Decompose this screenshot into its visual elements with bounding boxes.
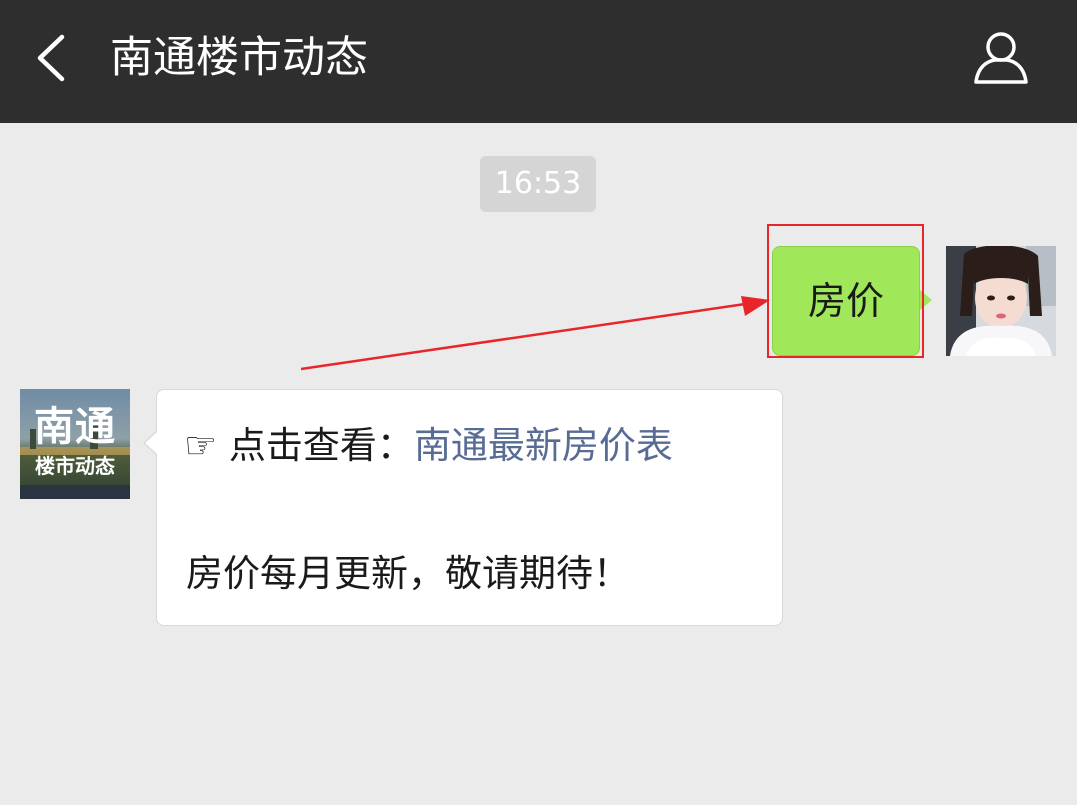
received-bubble-tail: [145, 432, 157, 454]
received-message-prefix: ☞ 点击查看：: [184, 424, 414, 467]
page-title: 南通楼市动态: [110, 33, 368, 83]
message-timestamp: 16:53: [480, 156, 596, 212]
account-avatar-title: 南通: [34, 404, 116, 450]
back-button[interactable]: [28, 28, 78, 88]
chevron-left-icon: [37, 34, 65, 82]
person-icon: [974, 32, 1028, 84]
price-table-link[interactable]: 南通最新房价表: [414, 424, 673, 467]
account-avatar-subtitle: 楼市动态: [35, 454, 115, 478]
annotation-highlight-box: [767, 224, 924, 358]
navigation-bar: 南通楼市动态: [0, 0, 1077, 123]
user-avatar[interactable]: [946, 246, 1056, 356]
received-message-body: 房价每月更新，敬请期待！: [186, 552, 630, 595]
received-message-line1: ☞ 点击查看：南通最新房价表: [184, 418, 673, 474]
profile-button[interactable]: [968, 28, 1034, 88]
account-avatar[interactable]: 南通 楼市动态: [20, 389, 130, 499]
